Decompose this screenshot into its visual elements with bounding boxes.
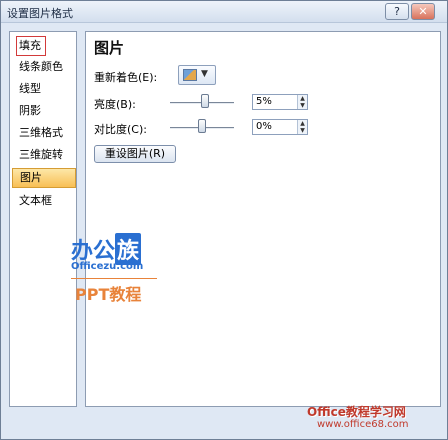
brightness-label: 亮度(B): [94, 98, 136, 111]
title-bar[interactable]: 设置图片格式 ? ✕ [1, 1, 447, 23]
watermark-divider [71, 278, 157, 279]
watermark-logo-url: Officezu.com [71, 261, 144, 272]
section-title: 图片 [94, 39, 125, 57]
watermark-corner-title: Office教程学习网 [307, 405, 406, 419]
picture-settings-panel: 图片 重新着色(E): ▼ 亮度(B): 5% ▲ ▼ 对比度(C): 0% ▲… [85, 31, 441, 407]
dialog-title: 设置图片格式 [7, 7, 73, 20]
brightness-value[interactable]: 5% [256, 96, 272, 107]
contrast-spinner[interactable]: 0% ▲ ▼ [252, 119, 308, 135]
chevron-down-icon: ▼ [201, 69, 208, 79]
reset-picture-button[interactable]: 重设图片(R) [94, 145, 176, 163]
close-button[interactable]: ✕ [411, 3, 435, 20]
nav-item-shadow[interactable]: 阴影 [14, 102, 76, 122]
recolor-dropdown[interactable]: ▼ [178, 65, 216, 85]
officezu-watermark: 办公族 Officezu.com PPT教程 [71, 233, 171, 313]
watermark-corner-url: www.office68.com [317, 419, 409, 430]
spin-up-icon[interactable]: ▲ [297, 95, 307, 102]
watermark-logo-subtitle: PPT教程 [75, 285, 142, 304]
format-picture-dialog: 设置图片格式 ? ✕ 填充 线条颜色 线型 阴影 三维格式 三维旋转 图片 文本… [0, 0, 448, 440]
office68-watermark: Office教程学习网 www.office68.com [297, 381, 445, 437]
nav-item-picture[interactable]: 图片 [12, 168, 76, 188]
spin-down-icon[interactable]: ▼ [297, 102, 307, 109]
nav-item-3d-format[interactable]: 三维格式 [14, 124, 76, 144]
spin-down-icon[interactable]: ▼ [297, 127, 307, 134]
category-list: 填充 线条颜色 线型 阴影 三维格式 三维旋转 图片 文本框 [9, 31, 77, 407]
nav-item-line-style[interactable]: 线型 [14, 80, 76, 100]
brightness-spinner[interactable]: 5% ▲ ▼ [252, 94, 308, 110]
picture-icon [183, 69, 197, 81]
nav-item-3d-rotation[interactable]: 三维旋转 [14, 146, 76, 166]
help-button[interactable]: ? [385, 3, 409, 20]
nav-item-textbox[interactable]: 文本框 [14, 192, 76, 212]
nav-item-line-color[interactable]: 线条颜色 [14, 58, 76, 78]
contrast-label: 对比度(C): [94, 123, 147, 136]
spin-up-icon[interactable]: ▲ [297, 120, 307, 127]
recolor-label: 重新着色(E): [94, 71, 158, 84]
nav-item-fill[interactable]: 填充 [16, 36, 46, 56]
brightness-slider-thumb[interactable] [201, 94, 209, 108]
contrast-value[interactable]: 0% [256, 121, 272, 132]
contrast-slider-thumb[interactable] [198, 119, 206, 133]
